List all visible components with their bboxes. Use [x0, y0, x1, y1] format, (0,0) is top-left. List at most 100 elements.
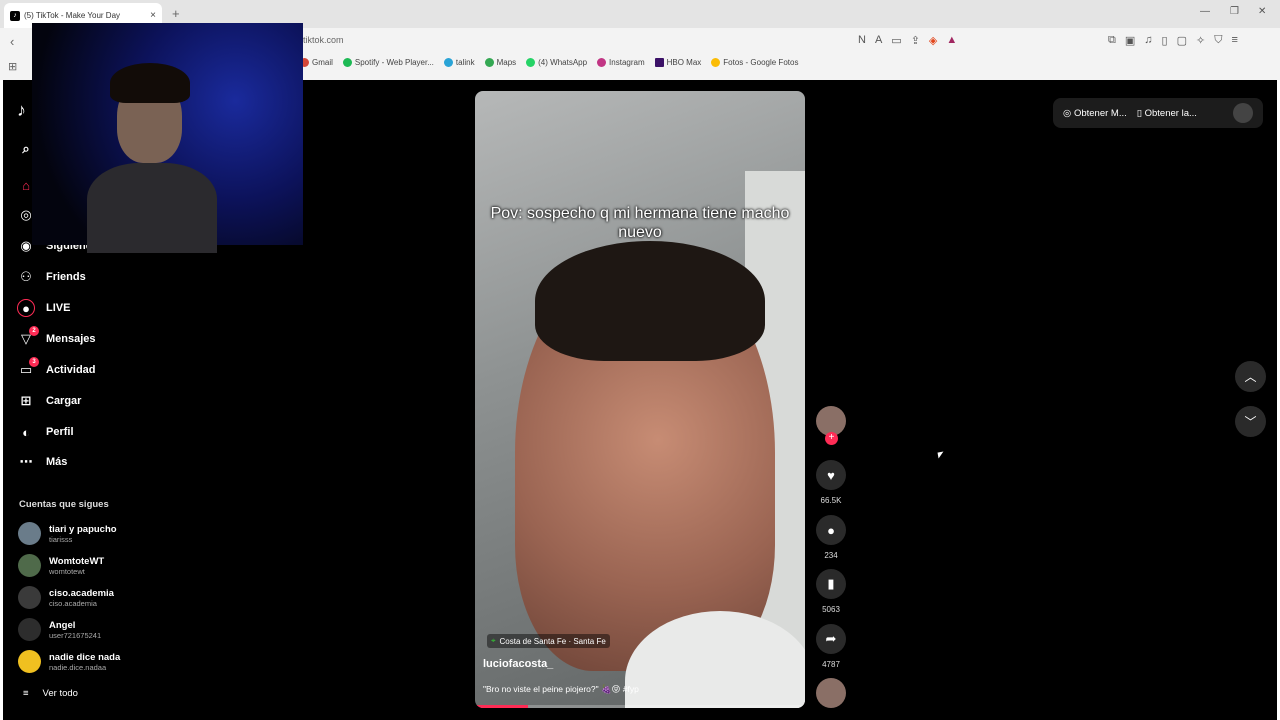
- get-coins-button[interactable]: ◎ Obtener M...: [1063, 108, 1127, 119]
- video-subject-hair: [535, 241, 765, 361]
- upload-icon: ⊞: [20, 393, 32, 408]
- bookmark-whatsapp[interactable]: (4) WhatsApp: [526, 58, 587, 67]
- bookmark-spotify[interactable]: Spotify - Web Player...: [342, 58, 434, 67]
- video-player[interactable]: Pov: sospecho q mi hermana tiene macho n…: [475, 91, 805, 708]
- sidebar-item-messages[interactable]: ▽ 2 Mensajes: [17, 326, 96, 348]
- bookmark-gmail[interactable]: Gmail: [300, 58, 333, 67]
- sidebar-item-live[interactable]: ● LIVE: [17, 299, 70, 317]
- window-close-icon[interactable]: ✕: [1258, 6, 1266, 17]
- chevron-up-icon: ︿: [1244, 370, 1257, 384]
- avatar: [18, 522, 41, 545]
- following-account[interactable]: ciso.academia ciso.academia: [18, 586, 114, 609]
- following-section-title: Cuentas que sigues: [19, 499, 109, 510]
- location-pin-icon: ⌖: [491, 636, 496, 645]
- video-author[interactable]: luciofacosta_: [483, 658, 553, 670]
- like-button[interactable]: ♥ 66.5K: [816, 460, 846, 505]
- google-photos-icon: [711, 58, 721, 67]
- live-icon: ●: [17, 299, 35, 317]
- following-account[interactable]: nadie dice nada nadie.dice.nadaa: [18, 650, 120, 673]
- url-field[interactable]: tiktok.com: [303, 35, 344, 45]
- bookmark-google-photos[interactable]: Fotos - Google Fotos: [711, 58, 798, 67]
- user-avatar[interactable]: [1233, 103, 1253, 123]
- wallet-icon[interactable]: ▢: [1177, 34, 1187, 47]
- bookmark-icon: ▮: [816, 569, 846, 599]
- more-icon: ⋯: [19, 454, 33, 469]
- list-icon: ≡: [23, 688, 29, 699]
- minimize-icon[interactable]: —: [1200, 6, 1210, 17]
- talink-icon: [443, 58, 453, 67]
- bookmark-talink[interactable]: talink: [443, 58, 475, 67]
- share-button[interactable]: ➦ 4787: [816, 624, 846, 669]
- whatsapp-icon: [526, 58, 536, 67]
- following-account[interactable]: WomtoteWT womtotewt: [18, 554, 104, 577]
- address-actions: N A ▭ ⇪ ◈ ▲: [858, 34, 957, 47]
- following-account[interactable]: tiari y papucho tiarisss: [18, 522, 117, 545]
- new-tab-icon[interactable]: +: [172, 6, 180, 21]
- tiktok-favicon-icon: ♪: [10, 10, 20, 21]
- avatar: [18, 618, 41, 641]
- get-app-button[interactable]: ▯ Obtener la...: [1137, 108, 1197, 119]
- rewards-icon[interactable]: ▲: [946, 34, 957, 47]
- bookmark-maps[interactable]: Maps: [484, 58, 516, 67]
- vpn-icon[interactable]: ⛉: [1214, 34, 1222, 47]
- maps-icon: [484, 58, 494, 67]
- mouse-cursor-icon: [937, 451, 945, 459]
- sidebar-item-activity[interactable]: ▭ 3 Actividad: [17, 357, 96, 379]
- webcam-overlay: [32, 23, 303, 253]
- restore-icon[interactable]: ❐: [1230, 6, 1239, 17]
- bookmarks-bar: Gmail Spotify - Web Player... talink Map…: [300, 58, 798, 67]
- instagram-icon: [597, 58, 607, 67]
- tab-title: (5) TikTok - Make Your Day: [24, 11, 121, 20]
- sidebar-item-upload[interactable]: ⊞ Cargar: [17, 392, 82, 410]
- sidebar-item-more[interactable]: ⋯ Más: [17, 453, 68, 471]
- friends-icon: ⚇: [20, 269, 32, 284]
- avatar: [18, 554, 41, 577]
- cast-icon[interactable]: ▭: [891, 34, 901, 47]
- next-video-button[interactable]: ﹀: [1235, 406, 1266, 437]
- music-disc-icon: [816, 678, 846, 708]
- avatar: [18, 586, 41, 609]
- video-progress-fill: [475, 705, 528, 708]
- share-icon[interactable]: ⇪: [911, 34, 920, 47]
- video-caption: Pov: sospecho q mi hermana tiene macho n…: [490, 205, 790, 241]
- bookmark-hbomax[interactable]: HBO Max: [654, 58, 701, 67]
- previous-video-button[interactable]: ︿: [1235, 361, 1266, 392]
- save-button[interactable]: ▮ 5063: [816, 569, 846, 614]
- top-actions: ◎ Obtener M... ▯ Obtener la...: [1053, 98, 1263, 128]
- activity-badge: 3: [29, 357, 39, 367]
- screenshot-icon[interactable]: ▣: [1125, 34, 1135, 47]
- spotify-icon: [342, 58, 352, 67]
- close-tab-icon[interactable]: ×: [150, 10, 156, 21]
- sidebar-item-profile[interactable]: ◐ Perfil: [17, 423, 73, 441]
- bookmark-instagram[interactable]: Instagram: [597, 58, 645, 67]
- video-description: "Bro no viste el peine piojero?" 🍇😝 #fyp: [483, 684, 639, 694]
- extensions-icon[interactable]: ⧉: [1108, 34, 1116, 47]
- location-tag[interactable]: ⌖ Costa de Santa Fe · Santa Fe: [487, 634, 610, 648]
- toolbar-icons: ⧉ ▣ ♫ ▯ ▢ ✧ ⛉ ≡: [1108, 34, 1238, 47]
- translate-icon[interactable]: A: [875, 34, 882, 47]
- back-icon[interactable]: ‹: [10, 34, 14, 49]
- reader-icon[interactable]: N: [858, 34, 866, 47]
- webcam-person-body: [87, 163, 217, 253]
- sidebar-item-friends[interactable]: ⚇ Friends: [17, 268, 86, 286]
- music-icon[interactable]: ♫: [1144, 34, 1152, 47]
- video-progress-bar[interactable]: [475, 705, 805, 708]
- ai-icon[interactable]: ✧: [1196, 34, 1205, 47]
- following-account[interactable]: Angel user721675241: [18, 618, 101, 641]
- chevron-down-icon: ﹀: [1244, 415, 1257, 429]
- apps-grid-icon[interactable]: ⊞: [8, 60, 17, 73]
- shield-icon[interactable]: ◈: [929, 34, 937, 47]
- heart-icon: ♥: [816, 460, 846, 490]
- profile-icon: ◐: [22, 424, 30, 440]
- webcam-person-hair: [110, 63, 190, 103]
- avatar: [18, 650, 41, 673]
- share-arrow-icon: ➦: [816, 624, 846, 654]
- messages-badge: 2: [29, 326, 39, 336]
- tiktok-logo-icon[interactable]: ♪: [17, 100, 26, 121]
- menu-icon[interactable]: ≡: [1231, 34, 1237, 47]
- see-all-link[interactable]: ≡ Ver todo: [23, 688, 78, 699]
- comment-button[interactable]: ● 234: [816, 515, 846, 560]
- hbomax-icon: [654, 58, 664, 67]
- follow-plus-icon[interactable]: +: [825, 432, 838, 445]
- sidebar-icon[interactable]: ▯: [1162, 34, 1168, 47]
